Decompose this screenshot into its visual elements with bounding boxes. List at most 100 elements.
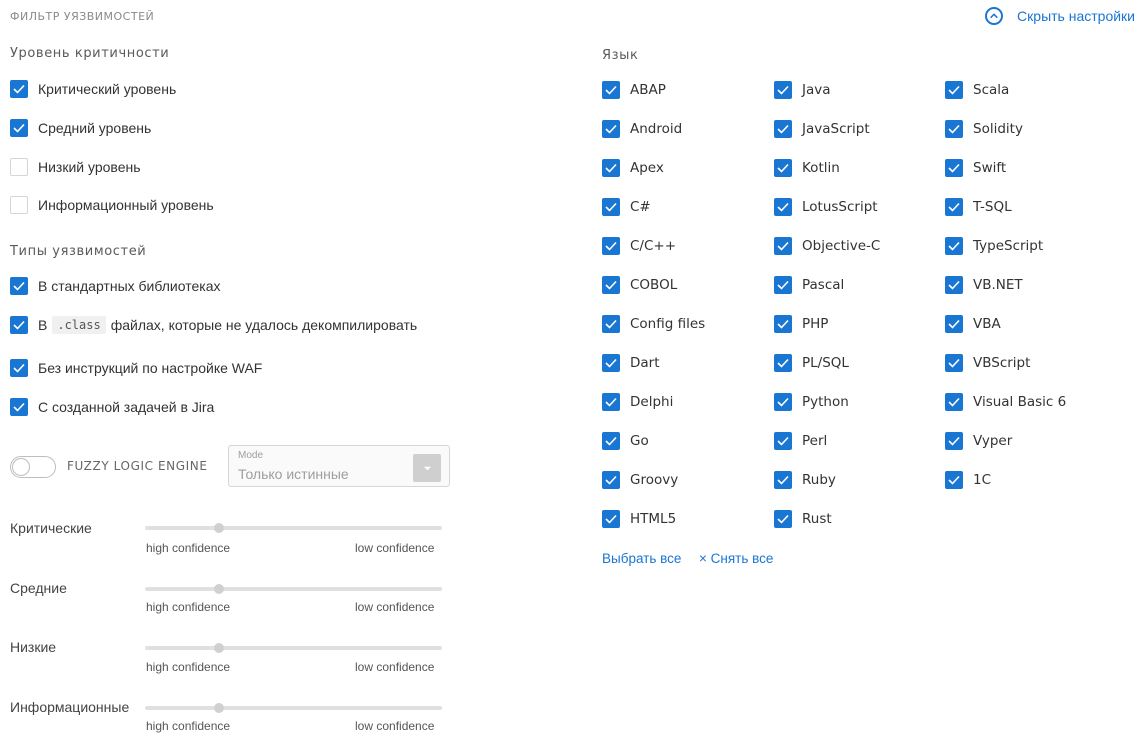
language-label: Swift — [973, 160, 1007, 176]
select-all-link[interactable]: Выбрать все — [602, 551, 681, 566]
checkbox-checked-icon — [945, 393, 963, 411]
language-label: T-SQL — [973, 199, 1012, 215]
language-label: Solidity — [973, 121, 1023, 137]
severity-info-checkbox[interactable]: Информационный уровень — [10, 195, 214, 215]
checkbox-checked-icon — [945, 315, 963, 333]
severity-low-checkbox[interactable]: Низкий уровень — [10, 157, 141, 177]
language-checkbox[interactable]: Go — [602, 431, 649, 451]
language-checkbox[interactable]: VBA — [945, 314, 1001, 334]
language-label: LotusScript — [802, 199, 878, 215]
language-checkbox[interactable]: ABAP — [602, 80, 666, 100]
checkbox-checked-icon — [774, 315, 792, 333]
slider-low-label: Низкие — [10, 639, 57, 655]
language-label: Scala — [973, 82, 1010, 98]
slider-medium-label: Средние — [10, 580, 67, 596]
toggle-knob — [12, 458, 30, 476]
language-checkbox[interactable]: LotusScript — [774, 197, 878, 217]
language-checkbox[interactable]: T-SQL — [945, 197, 1012, 217]
vuln-jira-checkbox[interactable]: С созданной задачей в Jira — [10, 397, 214, 417]
checkbox-checked-icon — [945, 471, 963, 489]
language-label: Perl — [802, 433, 828, 449]
slider-medium-thumb[interactable] — [214, 584, 225, 594]
language-label: C/C++ — [630, 238, 677, 254]
language-label: Apex — [630, 160, 664, 176]
fuzzy-logic-toggle[interactable] — [10, 456, 56, 478]
language-checkbox[interactable]: Perl — [774, 431, 827, 451]
language-checkbox[interactable]: Objective-C — [774, 236, 880, 256]
checkbox-unchecked-icon — [10, 196, 28, 214]
severity-critical-checkbox[interactable]: Критический уровень — [10, 79, 176, 99]
slider-critical-track[interactable] — [145, 523, 442, 533]
language-checkbox[interactable]: HTML5 — [602, 509, 676, 529]
checkbox-checked-icon — [774, 393, 792, 411]
slider-info-thumb[interactable] — [214, 703, 225, 713]
slider-critical-thumb[interactable] — [214, 523, 225, 533]
clear-all-link[interactable]: × Снять все — [699, 551, 773, 566]
checkbox-checked-icon — [774, 81, 792, 99]
hide-settings-label: Скрыть настройки — [1017, 8, 1135, 24]
language-label: PL/SQL — [802, 355, 849, 371]
vuln-std-libs-checkbox[interactable]: В стандартных библиотеках — [10, 276, 221, 296]
language-checkbox[interactable]: C# — [602, 197, 651, 217]
language-checkbox[interactable]: Vyper — [945, 431, 1012, 451]
vuln-no-waf-label: Без инструкций по настройке WAF — [38, 360, 263, 376]
language-label: PHP — [802, 316, 829, 332]
checkbox-checked-icon — [945, 354, 963, 372]
language-checkbox[interactable]: Kotlin — [774, 158, 840, 178]
checkbox-checked-icon — [602, 237, 620, 255]
severity-info-label: Информационный уровень — [38, 197, 214, 213]
language-checkbox[interactable]: Ruby — [774, 470, 836, 490]
hide-settings-button[interactable]: Скрыть настройки — [985, 7, 1135, 25]
language-checkbox[interactable]: PHP — [774, 314, 828, 334]
mode-select[interactable]: Mode Только истинные — [228, 445, 450, 487]
checkbox-checked-icon — [774, 471, 792, 489]
checkbox-checked-icon — [602, 432, 620, 450]
language-checkbox[interactable]: COBOL — [602, 275, 677, 295]
language-checkbox[interactable]: Rust — [774, 509, 832, 529]
mode-select-label: Mode — [238, 450, 264, 461]
language-checkbox[interactable]: Config files — [602, 314, 705, 334]
language-checkbox[interactable]: Visual Basic 6 — [945, 392, 1066, 412]
language-checkbox[interactable]: Pascal — [774, 275, 844, 295]
vuln-class-files-checkbox[interactable]: В .class файлах, которые не удалось деко… — [10, 315, 417, 335]
language-label: C# — [630, 199, 651, 215]
checkbox-checked-icon — [602, 276, 620, 294]
language-checkbox[interactable]: Scala — [945, 80, 1009, 100]
slider-medium-track[interactable] — [145, 584, 442, 594]
language-label: 1C — [973, 472, 992, 488]
checkbox-checked-icon — [10, 398, 28, 416]
checkbox-checked-icon — [945, 81, 963, 99]
language-checkbox[interactable]: Java — [774, 80, 831, 100]
language-checkbox[interactable]: Android — [602, 119, 682, 139]
language-checkbox[interactable]: Python — [774, 392, 849, 412]
language-checkbox[interactable]: C/C++ — [602, 236, 676, 256]
slider-low-high: high confidence — [146, 660, 231, 674]
checkbox-checked-icon — [602, 393, 620, 411]
chevron-down-icon[interactable] — [413, 454, 441, 482]
slider-info-high: high confidence — [146, 719, 231, 733]
class-code-tag: .class — [52, 316, 106, 334]
language-checkbox[interactable]: Dart — [602, 353, 660, 373]
language-checkbox[interactable]: Swift — [945, 158, 1006, 178]
language-label: Ruby — [802, 472, 836, 488]
checkbox-checked-icon — [774, 159, 792, 177]
language-checkbox[interactable]: Delphi — [602, 392, 673, 412]
severity-medium-checkbox[interactable]: Средний уровень — [10, 118, 151, 138]
vuln-no-waf-checkbox[interactable]: Без инструкций по настройке WAF — [10, 358, 262, 378]
language-checkbox[interactable]: TypeScript — [945, 236, 1043, 256]
language-checkbox[interactable]: 1C — [945, 470, 991, 490]
language-checkbox[interactable]: Solidity — [945, 119, 1023, 139]
slider-info-label: Информационные — [10, 699, 130, 715]
slider-low-track[interactable] — [145, 643, 442, 653]
slider-info-track[interactable] — [145, 703, 442, 713]
language-checkbox[interactable]: JavaScript — [774, 119, 870, 139]
language-checkbox[interactable]: PL/SQL — [774, 353, 849, 373]
language-checkbox[interactable]: Groovy — [602, 470, 678, 490]
slider-low-thumb[interactable] — [214, 643, 225, 653]
checkbox-checked-icon — [945, 276, 963, 294]
language-checkbox[interactable]: VB.NET — [945, 275, 1023, 295]
checkbox-checked-icon — [774, 237, 792, 255]
language-checkbox[interactable]: Apex — [602, 158, 664, 178]
language-checkbox[interactable]: VBScript — [945, 353, 1030, 373]
checkbox-checked-icon — [602, 315, 620, 333]
